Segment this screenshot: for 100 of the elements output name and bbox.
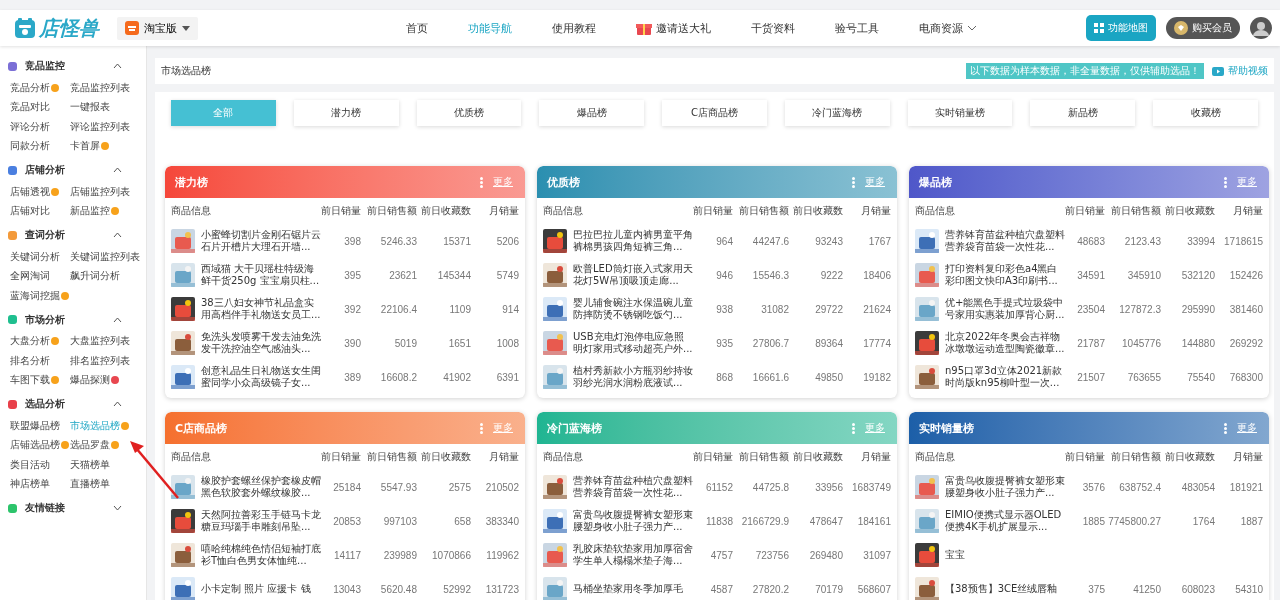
product-name[interactable]: 创意礼品生日礼物送女生闺蜜同学小众高级镜子女... xyxy=(201,365,321,389)
sidebar-link[interactable]: 排名监控列表 xyxy=(70,353,130,368)
product-name[interactable]: n95口罩3d立体2021新款时尚版kn95柳叶型一次... xyxy=(945,365,1065,389)
table-cell-text: 22106.4 xyxy=(379,303,417,315)
sidebar-link[interactable]: 联盟爆品榜 xyxy=(10,418,60,433)
nav-link[interactable]: 电商资源 xyxy=(901,16,995,40)
chevron-up-icon[interactable] xyxy=(113,167,122,173)
product-name[interactable]: 打印资料复印彩色a4黑白彩印图文快印A3印刷书... xyxy=(945,263,1065,287)
nav-link[interactable]: 邀请送大礼 xyxy=(618,16,729,40)
sidebar-link[interactable]: 新品监控 xyxy=(70,204,110,219)
product-name[interactable]: 富贵鸟收腹提臀裤女塑形束腰塑身收小肚子强力产... xyxy=(945,475,1065,499)
chevron-up-icon[interactable] xyxy=(113,401,122,407)
sidebar-link[interactable]: 竞品对比 xyxy=(10,100,50,115)
product-name[interactable]: 嘻哈纯棉纯色情侣短袖打底衫T恤白色男女体恤纯... xyxy=(201,543,321,567)
sidebar-link[interactable]: 蓝海词挖掘 xyxy=(10,288,60,303)
product-name[interactable]: 小卡定制 照片 应援卡 钱 xyxy=(201,583,321,595)
section-title[interactable]: 店铺分析 xyxy=(25,163,105,177)
table-cell-text: 345910 xyxy=(1126,269,1161,281)
product-name[interactable]: 西域猫 大干贝瑶柱特级海鲜干货250g 宝宝扇贝柱... xyxy=(201,263,321,287)
column-header: 商品信息 xyxy=(915,204,956,218)
product-name[interactable]: 欧普LED筒灯嵌入式家用天花灯5W吊顶吸顶走廊... xyxy=(573,263,693,287)
sidebar-link[interactable]: 关键词监控列表 xyxy=(70,249,140,264)
sidebar-link[interactable]: 竞品分析 xyxy=(10,80,50,95)
tab[interactable]: 潜力榜 xyxy=(293,100,399,126)
tab[interactable]: 爆品榜 xyxy=(539,100,645,126)
product-name[interactable]: 北京2022年冬奥会吉祥物冰墩墩运动造型陶瓷徽章... xyxy=(945,331,1065,355)
sidebar-link[interactable]: 店铺监控列表 xyxy=(70,184,130,199)
product-name[interactable]: 婴儿辅食碗注水保温碗儿童防摔防烫不锈钢吃饭勺... xyxy=(573,297,693,321)
product-name[interactable]: 免洗头发喷雾干发去油免洗发干洗控油空气感油头... xyxy=(201,331,321,355)
chevron-up-icon[interactable] xyxy=(113,316,122,323)
product-name[interactable]: 营养钵育苗盆种植穴盘塑料营养袋育苗袋一次性花... xyxy=(573,475,693,499)
sidebar-link[interactable]: 店铺选品榜 xyxy=(10,438,60,453)
sidebar-link[interactable]: 竞品监控列表 xyxy=(70,80,130,95)
section-title[interactable]: 市场分析 xyxy=(25,312,105,327)
product-name[interactable]: 小蜜蜂切割片金刚石锯片云石片开槽片大理石开墙... xyxy=(201,229,321,253)
sidebar-link[interactable]: 飙升词分析 xyxy=(70,269,120,284)
sidebar-link[interactable]: 全网淘词 xyxy=(10,269,50,284)
sidebar-link[interactable]: 一键报表 xyxy=(70,100,110,115)
section-title[interactable]: 选品分析 xyxy=(25,397,105,411)
buy-membership-button[interactable]: 购买会员 xyxy=(1166,17,1240,39)
sidebar-link[interactable]: 评论分析 xyxy=(10,119,50,134)
sidebar-link[interactable]: 同款分析 xyxy=(10,139,50,154)
more-options-icon[interactable] xyxy=(1224,176,1227,188)
sidebar-link[interactable]: 大盘监控列表 xyxy=(70,334,130,349)
chevron-down-icon[interactable] xyxy=(113,505,122,511)
table-cell-text: 868 xyxy=(715,371,733,383)
product-name[interactable]: 宝宝 xyxy=(945,549,1065,561)
product-name[interactable]: 橡胶护套螺丝保护套橡皮帽黑色软胶套外螺纹橡胶... xyxy=(201,475,321,499)
sidebar-link[interactable]: 神店榜单 xyxy=(10,477,50,492)
sidebar-link[interactable]: 评论监控列表 xyxy=(70,119,130,134)
table-cell-text: 19182 xyxy=(862,371,891,383)
product-name[interactable]: 乳胶床垫软垫家用加厚宿舍学生单人榻榻米垫子海... xyxy=(573,543,693,567)
sidebar-link[interactable]: 店铺透视 xyxy=(10,184,50,199)
nav-link[interactable]: 验号工具 xyxy=(817,16,897,40)
nav-link[interactable]: 首页 xyxy=(388,16,446,40)
product-name[interactable]: USB充电灯泡停电应急照明灯家用式移动超亮户外... xyxy=(573,331,693,355)
sidebar-link[interactable]: 车图下载 xyxy=(10,373,50,388)
tab[interactable]: C店商品榜 xyxy=(662,100,767,126)
tab[interactable]: 收藏榜 xyxy=(1153,100,1259,126)
sidebar-link[interactable]: 关键词分析 xyxy=(10,249,60,264)
sidebar-link[interactable]: 爆品探测 xyxy=(70,373,110,388)
product-name[interactable]: 马桶坐垫家用冬季加厚毛 xyxy=(573,583,693,595)
sidebar-link[interactable]: 卡首屏 xyxy=(70,139,100,154)
more-options-icon[interactable] xyxy=(1224,422,1227,434)
tab[interactable]: 优质榜 xyxy=(416,100,522,126)
product-name[interactable]: 天然阿拉善彩玉手链马卡龙糖豆玛瑙手串雕刻吊坠... xyxy=(201,509,321,533)
new-badge-icon xyxy=(111,376,119,385)
tab[interactable]: 冷门蓝海榜 xyxy=(784,100,890,126)
product-name[interactable]: EIMIO便携式显示器OLED便携4K手机扩展显示... xyxy=(945,509,1065,533)
product-name[interactable]: 巴拉巴拉儿童内裤男童平角裤棉男孩四角短裤三角... xyxy=(573,229,693,253)
nav-link[interactable]: 干货资料 xyxy=(733,16,813,40)
sidebar-link[interactable]: 类目活动 xyxy=(10,457,50,472)
sidebar-link[interactable]: 店铺对比 xyxy=(10,204,50,219)
product-name[interactable]: 优+能黑色手提式垃圾袋中号家用实惠装加厚背心厨... xyxy=(945,297,1065,321)
section-title[interactable]: 查词分析 xyxy=(25,228,105,242)
product-name[interactable]: 【38预售】3CE丝绒唇釉 xyxy=(945,583,1065,595)
tab[interactable]: 实时销量榜 xyxy=(907,100,1013,126)
hot-badge-icon xyxy=(121,421,129,430)
sidebar-link[interactable]: 直播榜单 xyxy=(70,477,110,492)
section-title[interactable]: 竞品监控 xyxy=(25,59,105,73)
product-name[interactable]: 富贵鸟收腹提臀裤女塑形束腰塑身收小肚子强力产... xyxy=(573,509,693,533)
tab[interactable]: 新品榜 xyxy=(1030,100,1136,126)
sidebar-link[interactable]: 排名分析 xyxy=(10,353,50,368)
section-title[interactable]: 友情链接 xyxy=(25,501,105,515)
nav-link[interactable]: 使用教程 xyxy=(534,16,614,40)
product-name[interactable]: 植村秀新款小方瓶羽纱持妆羽纱光润水润粉底液试... xyxy=(573,365,693,389)
table-cell-text: 4587 xyxy=(709,583,733,595)
table-cell-text: 763655 xyxy=(1126,371,1161,383)
column-header: 月销量 xyxy=(1232,204,1263,218)
chevron-up-icon[interactable] xyxy=(113,63,122,69)
chevron-up-icon[interactable] xyxy=(113,232,122,238)
product-name[interactable]: 营养钵育苗盆种植穴盘塑料营养袋育苗袋一次性花... xyxy=(945,229,1065,253)
table-cell-text: 390 xyxy=(343,337,361,349)
platform-dropdown[interactable]: 淘宝版 xyxy=(117,16,198,40)
sidebar-link[interactable]: 天猫榜单 xyxy=(70,457,110,472)
avatar[interactable] xyxy=(1250,17,1272,39)
product-name[interactable]: 38三八妇女神节礼品盒实用高档伴手礼物送女员工... xyxy=(201,297,321,321)
table-cell-text: 33994 xyxy=(1186,235,1215,247)
sidebar-link[interactable]: 大盘分析 xyxy=(10,334,50,349)
sidebar-link[interactable]: 选品罗盘 xyxy=(70,438,110,453)
